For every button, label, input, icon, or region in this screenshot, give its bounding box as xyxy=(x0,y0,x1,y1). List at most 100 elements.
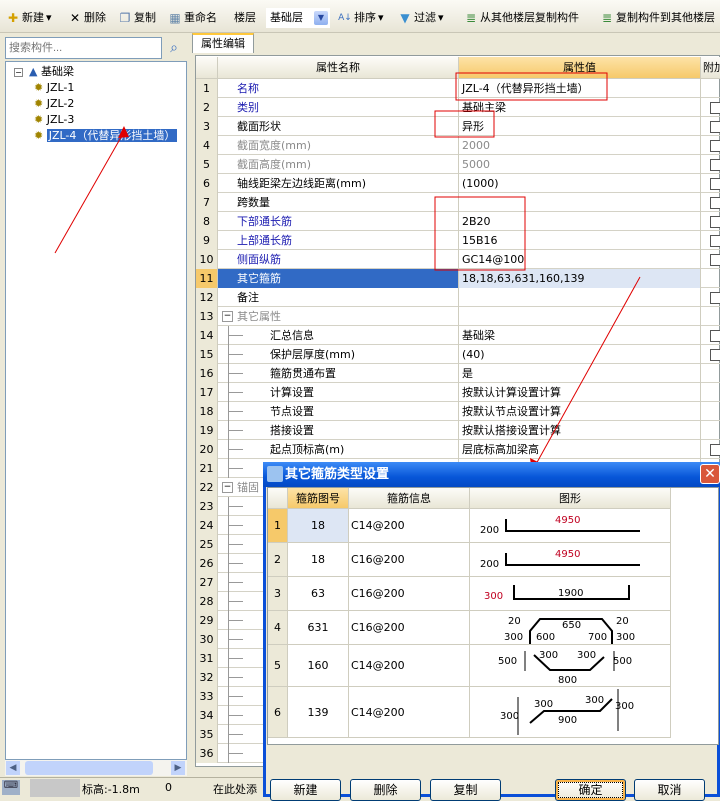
table-row[interactable]: 17 计算设置 按默认计算设置计算 xyxy=(196,383,720,402)
stirrup-code[interactable]: 18 xyxy=(288,509,349,542)
tree-root[interactable]: − ▲ 基础梁 xyxy=(14,64,74,80)
attach-checkbox[interactable] xyxy=(710,178,720,190)
table-row[interactable]: 5 160 C14@200 500 300 300 500 800 xyxy=(268,645,671,687)
property-value[interactable]: 2000 xyxy=(459,136,701,155)
table-row[interactable]: 8 下部通长筋 2B20 xyxy=(196,212,720,231)
table-row[interactable]: 6 139 C14@200 300 300 300 300 900 xyxy=(268,687,671,738)
scroll-left-icon[interactable]: ◀ xyxy=(6,761,20,775)
search-icon[interactable]: ⌕ xyxy=(163,37,185,59)
stirrup-info[interactable]: C14@200 xyxy=(349,509,470,542)
stirrup-code[interactable]: 63 xyxy=(288,577,349,610)
table-row[interactable]: 6 轴线距梁左边线距离(mm) (1000) xyxy=(196,174,720,193)
sort-button[interactable]: A↓ 排序 ▾ xyxy=(338,9,383,27)
property-value[interactable]: 按默认计算设置计算 xyxy=(459,383,701,402)
stirrup-code[interactable]: 18 xyxy=(288,543,349,576)
property-value[interactable]: 5000 xyxy=(459,155,701,174)
property-value[interactable] xyxy=(459,307,701,326)
delete-button[interactable]: 删除 xyxy=(350,779,421,801)
table-row[interactable]: 10 侧面纵筋 GC14@100 xyxy=(196,250,720,269)
attach-checkbox[interactable] xyxy=(710,349,720,361)
table-row[interactable]: 4 截面宽度(mm) 2000 xyxy=(196,136,720,155)
table-row[interactable]: 19 搭接设置 按默认搭接设置计算 xyxy=(196,421,720,440)
stirrup-info[interactable]: C16@200 xyxy=(349,577,470,610)
new-button[interactable]: ✚ 新建 ▾ xyxy=(6,9,52,27)
stirrup-code[interactable]: 631 xyxy=(288,611,349,644)
table-row[interactable]: 9 上部通长筋 15B16 xyxy=(196,231,720,250)
property-value[interactable]: 是 xyxy=(459,364,701,383)
close-icon[interactable]: ✕ xyxy=(700,464,720,484)
property-value[interactable]: (1000) xyxy=(459,174,701,193)
table-row[interactable]: 20 起点顶标高(m) 层底标高加梁高 xyxy=(196,440,720,459)
table-row[interactable]: 14 汇总信息 基础梁 xyxy=(196,326,720,345)
property-value[interactable]: 层底标高加梁高 xyxy=(459,440,701,459)
attach-checkbox[interactable] xyxy=(710,216,720,228)
table-row[interactable]: 18 节点设置 按默认节点设置计算 xyxy=(196,402,720,421)
property-value[interactable]: 15B16 xyxy=(459,231,701,250)
copy-button[interactable]: 复制 xyxy=(430,779,501,801)
property-value[interactable]: 异形 xyxy=(459,117,701,136)
tree-item[interactable]: ✹ JZL-1 xyxy=(34,80,74,96)
attach-checkbox[interactable] xyxy=(710,102,720,114)
table-row[interactable]: 16 箍筋贯通布置是 xyxy=(196,364,720,383)
delete-button[interactable]: ✕ 删除 xyxy=(68,9,106,27)
attach-checkbox[interactable] xyxy=(710,292,720,304)
property-value[interactable]: (40) xyxy=(459,345,701,364)
stirrup-info[interactable]: C14@200 xyxy=(349,645,470,686)
collapse-icon[interactable]: − xyxy=(14,68,23,77)
table-row[interactable]: 11 其它箍筋 18,18,63,631,160,139 xyxy=(196,269,720,288)
table-row[interactable]: 5 截面高度(mm) 5000 xyxy=(196,155,720,174)
table-row[interactable]: 2 类别 基础主梁 xyxy=(196,98,720,117)
tree-item[interactable]: ✹ JZL-3 xyxy=(34,112,74,128)
property-value[interactable]: 2B20 xyxy=(459,212,701,231)
table-row[interactable]: 15 保护层厚度(mm) (40) xyxy=(196,345,720,364)
copy-from-floor-button[interactable]: ≣ 从其他楼层复制构件 xyxy=(464,9,579,27)
attach-checkbox[interactable] xyxy=(710,330,720,342)
stirrup-code[interactable]: 139 xyxy=(288,687,349,737)
property-value[interactable]: 18,18,63,631,160,139 xyxy=(459,269,701,288)
keyboard-icon[interactable]: ⌨ xyxy=(2,780,20,795)
property-value[interactable]: 按默认搭接设置计算 xyxy=(459,421,701,440)
property-value[interactable]: 基础主梁 xyxy=(459,98,701,117)
collapse-icon[interactable]: − xyxy=(222,311,233,322)
property-value[interactable]: JZL-4（代替异形挡土墙） xyxy=(459,79,701,98)
tab-property-edit[interactable]: 属性编辑 xyxy=(192,33,254,53)
stirrup-code[interactable]: 160 xyxy=(288,645,349,686)
table-row[interactable]: 2 18 C16@200 200 4950 xyxy=(268,543,671,577)
new-button[interactable]: 新建 xyxy=(270,779,341,801)
search-input[interactable] xyxy=(5,37,162,59)
property-value[interactable]: 按默认节点设置计算 xyxy=(459,402,701,421)
copy-to-floor-button[interactable]: ≣ 复制构件到其他楼层 xyxy=(600,9,715,27)
tree-item-selected[interactable]: ✹ JZL-4（代替异形挡土墙） xyxy=(34,128,186,144)
scroll-right-icon[interactable]: ▶ xyxy=(171,761,185,775)
attach-checkbox[interactable] xyxy=(710,121,720,133)
property-value[interactable]: 基础梁 xyxy=(459,326,701,345)
tree-item[interactable]: ✹ JZL-2 xyxy=(34,96,74,112)
filter-button[interactable]: ▼ 过滤 ▾ xyxy=(398,9,443,27)
property-value[interactable]: GC14@100 xyxy=(459,250,701,269)
table-row[interactable]: 4 631 C16@200 20 650 20 300 600 700 300 xyxy=(268,611,671,645)
attach-checkbox[interactable] xyxy=(710,159,720,171)
table-row[interactable]: 1 18 C14@200 200 4950 xyxy=(268,509,671,543)
table-row[interactable]: 3 截面形状 异形 xyxy=(196,117,720,136)
attach-checkbox[interactable] xyxy=(710,197,720,209)
property-value[interactable] xyxy=(459,193,701,212)
table-row[interactable]: 3 63 C16@200 300 1900 xyxy=(268,577,671,611)
dialog-title-bar[interactable]: 其它箍筋类型设置 ✕ xyxy=(263,462,720,487)
table-row[interactable]: 13 其它属性 − xyxy=(196,307,720,326)
property-value[interactable] xyxy=(459,288,701,307)
stirrup-info[interactable]: C16@200 xyxy=(349,543,470,576)
table-row[interactable]: 1 名称 JZL-4（代替异形挡土墙） xyxy=(196,79,720,98)
horizontal-scrollbar[interactable]: ◀ ▶ xyxy=(5,760,187,776)
ok-button[interactable]: 确定 xyxy=(555,779,626,801)
stirrup-info[interactable]: C16@200 xyxy=(349,611,470,644)
collapse-icon[interactable]: − xyxy=(222,482,233,493)
table-row[interactable]: 12 备注 xyxy=(196,288,720,307)
attach-checkbox[interactable] xyxy=(710,140,720,152)
attach-checkbox[interactable] xyxy=(710,254,720,266)
rename-button[interactable]: ▦ 重命名 xyxy=(168,9,217,27)
attach-checkbox[interactable] xyxy=(710,444,720,456)
scroll-thumb[interactable] xyxy=(25,761,153,775)
attach-checkbox[interactable] xyxy=(710,235,720,247)
copy-button[interactable]: ❐ 复制 xyxy=(118,9,156,27)
stirrup-info[interactable]: C14@200 xyxy=(349,687,470,737)
